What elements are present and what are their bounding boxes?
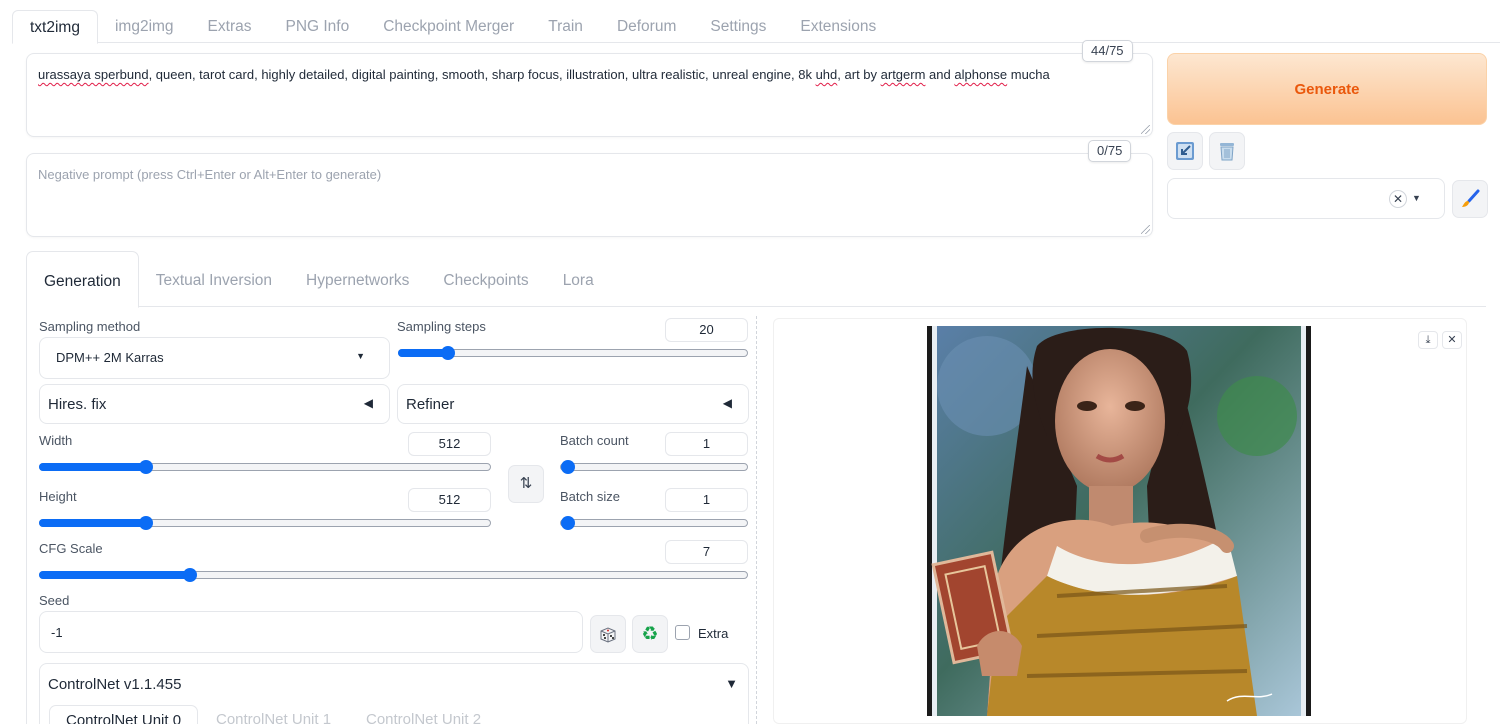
tab-generation[interactable]: Generation <box>26 251 139 308</box>
tab-controlnet-unit-1[interactable]: ControlNet Unit 1 <box>200 705 347 724</box>
refiner-accordion[interactable]: Refiner ◀ <box>397 384 749 424</box>
tab-checkpoint-merger[interactable]: Checkpoint Merger <box>366 10 531 43</box>
prompt-segment: and <box>925 67 955 82</box>
cfg-scale-label: CFG Scale <box>39 541 103 556</box>
paste-params-button[interactable] <box>1167 132 1203 170</box>
generation-tab-bar: Generation Textual Inversion Hypernetwor… <box>26 251 1486 308</box>
panel-divider <box>756 316 757 724</box>
tab-controlnet-unit-0[interactable]: ControlNet Unit 0 <box>49 705 199 724</box>
sampling-method-dropdown[interactable]: DPM++ 2M Karras ▼ <box>39 337 390 379</box>
triangle-left-icon: ◀ <box>722 396 732 410</box>
extra-label: Extra <box>698 626 729 641</box>
dice-icon <box>600 627 616 643</box>
styles-dropdown[interactable]: ✕ ▼ <box>1167 178 1445 219</box>
prompt-segment: urassaya sperbund <box>38 67 149 82</box>
extra-seed-checkbox[interactable] <box>675 625 690 640</box>
sampling-method-label: Sampling method <box>39 319 141 334</box>
seed-value: -1 <box>51 625 63 640</box>
batch-count-input[interactable]: 1 <box>665 432 748 456</box>
reuse-seed-button[interactable]: ♻ <box>632 615 668 653</box>
negative-prompt-placeholder: Negative prompt (press Ctrl+Enter or Alt… <box>38 167 382 182</box>
prompt-textarea[interactable]: urassaya sperbund, queen, tarot card, hi… <box>26 53 1153 137</box>
cfg-scale-input[interactable]: 7 <box>665 540 748 564</box>
chevron-down-icon: ▼ <box>356 351 365 361</box>
arrow-paste-icon <box>1176 142 1194 160</box>
refiner-label: Refiner <box>406 396 455 413</box>
prompt-text: urassaya sperbund, queen, tarot card, hi… <box>38 67 1050 82</box>
sampling-steps-slider[interactable] <box>398 345 748 361</box>
tab-controlnet-unit-2[interactable]: ControlNet Unit 2 <box>350 705 497 724</box>
prompt-segment: , art by <box>837 67 881 82</box>
sampling-method-value: DPM++ 2M Karras <box>56 350 164 365</box>
resize-handle[interactable] <box>1141 225 1150 234</box>
clear-x-icon[interactable]: ✕ <box>1389 190 1407 208</box>
prompt-segment: , queen, tarot card, highly detailed, di… <box>148 67 816 82</box>
batch-size-label: Batch size <box>560 489 620 504</box>
seed-input[interactable]: -1 <box>39 611 583 653</box>
swap-icon: ⇅ <box>519 475 533 492</box>
download-icon[interactable]: ⤓ <box>1418 331 1438 349</box>
trash-icon <box>1220 143 1234 161</box>
tab-lora[interactable]: Lora <box>546 251 611 307</box>
width-label: Width <box>39 433 73 448</box>
hires-fix-label: Hires. fix <box>48 396 107 413</box>
prompt-segment: alphonse <box>954 67 1008 82</box>
paint-brush-icon <box>1462 189 1480 207</box>
tab-hypernetworks[interactable]: Hypernetworks <box>289 251 426 307</box>
batch-count-slider[interactable] <box>560 459 748 475</box>
height-input[interactable]: 512 <box>408 488 491 512</box>
tab-img2img[interactable]: img2img <box>98 10 191 43</box>
generated-image[interactable] <box>927 326 1311 716</box>
tab-png-info[interactable]: PNG Info <box>268 10 366 43</box>
batch-count-label: Batch count <box>560 433 629 448</box>
triangle-left-icon: ◀ <box>363 396 373 410</box>
negative-prompt-textarea[interactable]: Negative prompt (press Ctrl+Enter or Alt… <box>26 153 1153 237</box>
tab-txt2img[interactable]: txt2img <box>12 10 98 44</box>
height-label: Height <box>39 489 77 504</box>
tab-checkpoints[interactable]: Checkpoints <box>426 251 545 307</box>
generate-button[interactable]: Generate <box>1167 53 1487 125</box>
controlnet-accordion[interactable]: ControlNet v1.1.455 ▼ ControlNet Unit 0 … <box>39 663 749 724</box>
resize-handle[interactable] <box>1141 125 1150 134</box>
sampling-steps-label: Sampling steps <box>397 319 486 334</box>
width-input[interactable]: 512 <box>408 432 491 456</box>
recycle-icon: ♻ <box>641 623 659 645</box>
chevron-down-icon: ▼ <box>1412 193 1421 203</box>
batch-size-slider[interactable] <box>560 515 748 531</box>
main-tab-bar: txt2img img2img Extras PNG Info Checkpoi… <box>12 10 1500 44</box>
cfg-scale-slider[interactable] <box>39 567 748 583</box>
tab-deforum[interactable]: Deforum <box>600 10 693 43</box>
prompt-segment: uhd <box>815 67 838 82</box>
tab-extensions[interactable]: Extensions <box>783 10 893 43</box>
prompt-segment: mucha <box>1007 67 1050 82</box>
random-seed-button[interactable] <box>590 615 626 653</box>
width-slider[interactable] <box>39 459 491 475</box>
tab-settings[interactable]: Settings <box>693 10 783 43</box>
edit-styles-button[interactable] <box>1452 180 1488 218</box>
height-slider[interactable] <box>39 515 491 531</box>
triangle-down-icon: ▼ <box>725 676 738 691</box>
tab-extras[interactable]: Extras <box>191 10 269 43</box>
controlnet-title: ControlNet v1.1.455 <box>48 676 182 693</box>
batch-size-input[interactable]: 1 <box>665 488 748 512</box>
seed-label: Seed <box>39 593 70 608</box>
sampling-steps-input[interactable]: 20 <box>665 318 748 342</box>
swap-dimensions-button[interactable]: ⇅ <box>508 465 544 503</box>
hires-fix-accordion[interactable]: Hires. fix ◀ <box>39 384 390 424</box>
negative-token-counter: 0/75 <box>1088 140 1132 162</box>
clear-prompt-button[interactable] <box>1209 132 1245 170</box>
tab-train[interactable]: Train <box>531 10 600 43</box>
prompt-token-counter: 44/75 <box>1082 40 1133 62</box>
close-icon[interactable]: ✕ <box>1442 331 1462 349</box>
prompt-segment: artgerm <box>880 67 926 82</box>
tab-textual-inversion[interactable]: Textual Inversion <box>139 251 289 307</box>
